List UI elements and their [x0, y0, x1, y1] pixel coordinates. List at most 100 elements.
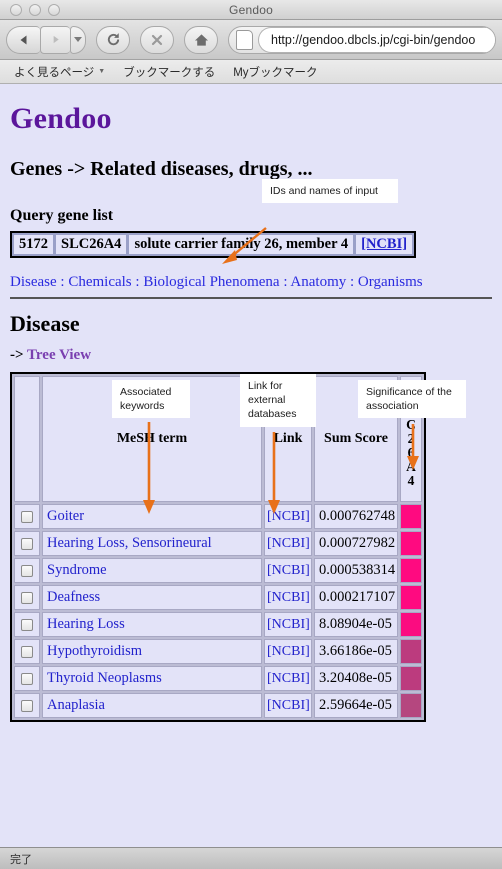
- row-checkbox[interactable]: [21, 699, 33, 712]
- mesh-term-link[interactable]: Hearing Loss, Sensorineural: [47, 535, 212, 551]
- sum-score-cell: 2.59664e-05: [314, 693, 398, 718]
- sum-score-cell: 0.000217107: [314, 585, 398, 610]
- significance-cell: [400, 558, 422, 583]
- nav-link-anatomy[interactable]: Anatomy: [290, 274, 346, 290]
- annotation-arrow-significance: [406, 424, 420, 472]
- mesh-term-link[interactable]: Anaplasia: [47, 697, 105, 713]
- chevron-down-icon: ▼: [98, 68, 106, 75]
- nav-link-biological-phenomena[interactable]: Biological Phenomena: [143, 274, 279, 290]
- mesh-term-cell[interactable]: Hypothyroidism: [42, 639, 262, 664]
- query-gene-symbol: SLC26A4: [55, 234, 128, 255]
- bookmark-item-add[interactable]: ブックマークする: [123, 64, 215, 80]
- row-checkbox[interactable]: [21, 672, 33, 685]
- nav-separator: :: [131, 274, 144, 290]
- forward-arrow-icon: [53, 35, 59, 44]
- ncbi-link[interactable]: [NCBI]: [267, 536, 310, 551]
- table-row: Syndrome [NCBI] 0.000538314: [14, 558, 422, 583]
- row-checkbox-cell[interactable]: [14, 558, 40, 583]
- mesh-term-cell[interactable]: Syndrome: [42, 558, 262, 583]
- row-checkbox-cell[interactable]: [14, 639, 40, 664]
- ncbi-link-cell[interactable]: [NCBI]: [264, 639, 312, 664]
- significance-color-swatch: [401, 586, 421, 609]
- site-brand: Gendoo: [10, 102, 112, 135]
- bookmark-label: ブックマークする: [123, 66, 216, 79]
- ncbi-link[interactable]: [NCBI]: [267, 671, 310, 686]
- ncbi-link[interactable]: [NCBI]: [267, 590, 310, 605]
- ncbi-link[interactable]: [NCBI]: [267, 698, 310, 713]
- history-dropdown-button[interactable]: [70, 25, 86, 54]
- address-bar[interactable]: http://gendoo.dbcls.jp/cgi-bin/gendoo: [228, 25, 496, 54]
- status-bar: 完了: [0, 847, 502, 869]
- mesh-term-cell[interactable]: Anaplasia: [42, 693, 262, 718]
- significance-cell: [400, 504, 422, 529]
- ncbi-link-cell[interactable]: [NCBI]: [264, 612, 312, 637]
- row-checkbox[interactable]: [21, 618, 33, 631]
- significance-cell: [400, 531, 422, 556]
- mesh-term-link[interactable]: Hearing Loss: [47, 616, 125, 632]
- row-checkbox[interactable]: [21, 564, 33, 577]
- nav-separator: :: [279, 274, 291, 290]
- section-title: Disease: [10, 311, 80, 336]
- nav-link-organisms[interactable]: Organisms: [358, 274, 423, 290]
- annotation-arrow-keywords: [142, 422, 156, 516]
- table-row: Goiter [NCBI] 0.000762748: [14, 504, 422, 529]
- row-checkbox-cell[interactable]: [14, 585, 40, 610]
- nav-link-chemicals[interactable]: Chemicals: [68, 274, 131, 290]
- row-checkbox[interactable]: [21, 591, 33, 604]
- stop-button[interactable]: [140, 25, 174, 54]
- ncbi-link-cell[interactable]: [NCBI]: [264, 531, 312, 556]
- mesh-term-link[interactable]: Goiter: [47, 508, 84, 524]
- significance-cell: [400, 612, 422, 637]
- table-row: Thyroid Neoplasms [NCBI] 3.20408e-05: [14, 666, 422, 691]
- ncbi-link[interactable]: [NCBI]: [267, 563, 310, 578]
- row-checkbox-cell[interactable]: [14, 693, 40, 718]
- ncbi-link[interactable]: [NCBI]: [267, 617, 310, 632]
- row-checkbox-cell[interactable]: [14, 504, 40, 529]
- window-title: Gendoo: [229, 2, 273, 17]
- reload-button[interactable]: [96, 25, 130, 54]
- forward-button[interactable]: [40, 25, 70, 54]
- bookmark-label: よく見るページ: [14, 66, 95, 79]
- ncbi-link-cell[interactable]: [NCBI]: [264, 558, 312, 583]
- mesh-term-link[interactable]: Syndrome: [47, 562, 107, 578]
- significance-cell: [400, 693, 422, 718]
- ncbi-link-cell[interactable]: [NCBI]: [264, 666, 312, 691]
- mesh-term-cell[interactable]: Deafness: [42, 585, 262, 610]
- row-checkbox[interactable]: [21, 645, 33, 658]
- ncbi-link[interactable]: [NCBI]: [267, 644, 310, 659]
- mesh-term-link[interactable]: Thyroid Neoplasms: [47, 670, 162, 686]
- mesh-term-cell[interactable]: Hearing Loss, Sensorineural: [42, 531, 262, 556]
- nav-link-disease[interactable]: Disease: [10, 274, 57, 290]
- row-checkbox-cell[interactable]: [14, 531, 40, 556]
- row-checkbox-cell[interactable]: [14, 666, 40, 691]
- row-checkbox[interactable]: [21, 510, 33, 523]
- table-row: 5172 SLC26A4 solute carrier family 26, m…: [13, 234, 414, 255]
- mesh-term-cell[interactable]: Hearing Loss: [42, 612, 262, 637]
- ncbi-link-cell[interactable]: [NCBI]: [264, 693, 312, 718]
- row-checkbox-cell[interactable]: [14, 612, 40, 637]
- significance-color-swatch: [401, 532, 421, 555]
- home-button[interactable]: [184, 25, 218, 54]
- reload-icon: [107, 33, 119, 46]
- query-gene-ncbi-link[interactable]: [NCBI]: [355, 234, 414, 255]
- back-button[interactable]: [6, 25, 40, 54]
- sum-score-cell: 3.66186e-05: [314, 639, 398, 664]
- nav-separator: :: [56, 274, 69, 290]
- mesh-term-link[interactable]: Hypothyroidism: [47, 643, 142, 659]
- ncbi-link-cell[interactable]: [NCBI]: [264, 585, 312, 610]
- gene-label-char: 4: [407, 473, 415, 489]
- bookmark-item-mybookmarks[interactable]: Myブックマーク: [233, 64, 317, 80]
- sum-score-cell: 8.08904e-05: [314, 612, 398, 637]
- chevron-down-icon: [74, 37, 82, 42]
- row-checkbox[interactable]: [21, 537, 33, 550]
- tree-view-link[interactable]: Tree View: [27, 347, 91, 363]
- significance-color-swatch: [401, 505, 421, 528]
- ncbi-link[interactable]: [NCBI]: [361, 236, 407, 252]
- bookmarks-toolbar: よく見るページ ▼ ブックマークする Myブックマーク: [0, 60, 502, 84]
- url-input[interactable]: http://gendoo.dbcls.jp/cgi-bin/gendoo: [258, 26, 495, 53]
- results-table-body: Goiter [NCBI] 0.000762748 Hearing Loss, Sen…: [14, 504, 422, 718]
- bookmark-item-frequent[interactable]: よく見るページ ▼: [14, 64, 105, 80]
- annotation-significance: Significance of the association: [358, 380, 466, 419]
- mesh-term-cell[interactable]: Thyroid Neoplasms: [42, 666, 262, 691]
- mesh-term-link[interactable]: Deafness: [47, 589, 100, 605]
